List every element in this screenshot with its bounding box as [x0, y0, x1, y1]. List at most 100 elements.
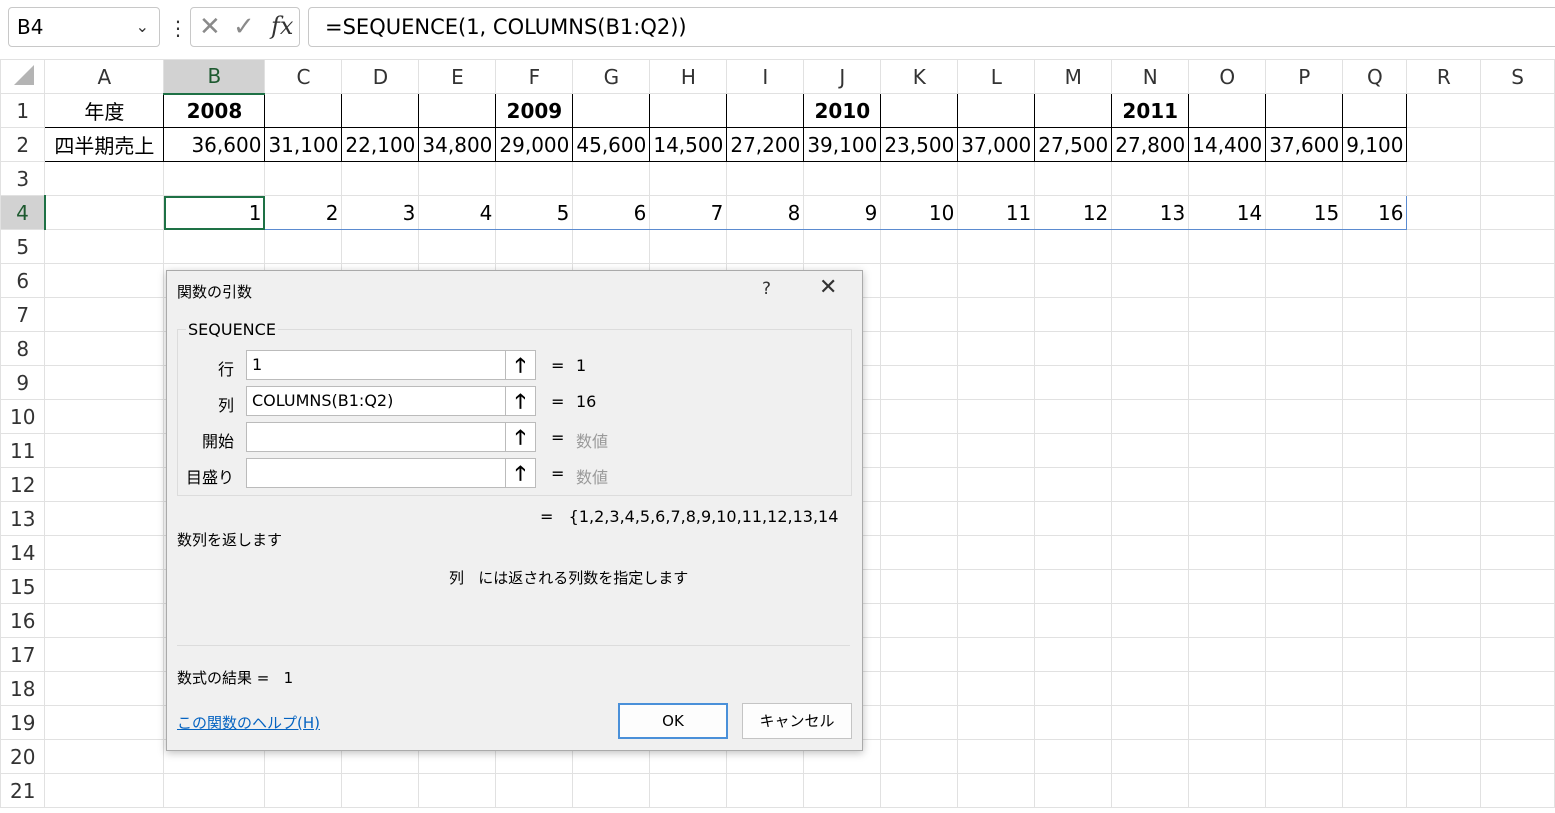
- cell[interactable]: 36,600: [163, 127, 266, 162]
- cell[interactable]: [957, 297, 1036, 332]
- cell[interactable]: [44, 399, 165, 434]
- row-header[interactable]: 14: [0, 535, 46, 570]
- cell[interactable]: [1111, 263, 1190, 298]
- cell[interactable]: [957, 467, 1036, 502]
- cell[interactable]: [726, 773, 805, 808]
- column-header[interactable]: D: [341, 59, 420, 94]
- cell[interactable]: [44, 501, 165, 536]
- cell[interactable]: [1480, 331, 1555, 366]
- cell[interactable]: [880, 331, 959, 366]
- cell[interactable]: [163, 773, 266, 808]
- cell[interactable]: [1342, 93, 1408, 128]
- step-input[interactable]: [246, 458, 506, 488]
- help-icon[interactable]: ?: [762, 279, 771, 299]
- column-header[interactable]: B: [163, 59, 266, 95]
- cell[interactable]: [1265, 773, 1344, 808]
- cell[interactable]: [1342, 263, 1408, 298]
- rows-input[interactable]: 1: [246, 350, 506, 380]
- cell[interactable]: [649, 161, 728, 196]
- cell[interactable]: 39,100: [803, 127, 882, 162]
- column-header[interactable]: E: [418, 59, 497, 94]
- cell[interactable]: 14: [1188, 195, 1267, 230]
- cell[interactable]: [572, 229, 651, 264]
- row-header[interactable]: 10: [0, 399, 46, 434]
- cell[interactable]: [1480, 535, 1555, 570]
- cell[interactable]: 27,200: [726, 127, 805, 162]
- cell[interactable]: [418, 93, 497, 128]
- cell[interactable]: 8: [726, 195, 805, 230]
- cell[interactable]: 11: [957, 195, 1036, 230]
- cell[interactable]: [1034, 535, 1113, 570]
- cell[interactable]: [1034, 433, 1113, 468]
- cell[interactable]: [880, 569, 959, 604]
- cell[interactable]: [1111, 637, 1190, 672]
- cell[interactable]: 14,400: [1188, 127, 1267, 162]
- cell[interactable]: [1188, 773, 1267, 808]
- cell[interactable]: [1406, 195, 1482, 230]
- cell[interactable]: [1480, 297, 1555, 332]
- cell[interactable]: [1342, 705, 1408, 740]
- cell[interactable]: [1406, 229, 1482, 264]
- cell[interactable]: [726, 93, 805, 128]
- cell[interactable]: [495, 773, 574, 808]
- cell[interactable]: [1480, 365, 1555, 400]
- insert-function-icon[interactable]: fx: [271, 12, 293, 40]
- cell[interactable]: [957, 399, 1036, 434]
- cell[interactable]: [44, 331, 165, 366]
- cell[interactable]: [1342, 161, 1408, 196]
- cell[interactable]: [1188, 433, 1267, 468]
- cell[interactable]: [1342, 535, 1408, 570]
- name-box[interactable]: B4 ⌄: [8, 7, 160, 47]
- cell[interactable]: [649, 773, 728, 808]
- cell[interactable]: [1034, 297, 1113, 332]
- cell[interactable]: [957, 739, 1036, 774]
- cell[interactable]: [1111, 501, 1190, 536]
- cell[interactable]: [1111, 773, 1190, 808]
- cell[interactable]: 10: [880, 195, 959, 230]
- cell[interactable]: [44, 365, 165, 400]
- row-header[interactable]: 6: [0, 263, 46, 298]
- cell[interactable]: [880, 365, 959, 400]
- cell[interactable]: [957, 501, 1036, 536]
- cell[interactable]: [1188, 501, 1267, 536]
- formula-input[interactable]: =SEQUENCE(1, COLUMNS(B1:Q2)): [308, 7, 1555, 47]
- cell[interactable]: [1034, 93, 1113, 128]
- cell[interactable]: [1188, 297, 1267, 332]
- row-header[interactable]: 5: [0, 229, 46, 264]
- cell[interactable]: 2011: [1111, 93, 1190, 128]
- row-header[interactable]: 16: [0, 603, 46, 638]
- cell[interactable]: [880, 603, 959, 638]
- cell[interactable]: 27,800: [1111, 127, 1190, 162]
- column-header[interactable]: Q: [1342, 59, 1408, 94]
- cell[interactable]: [957, 637, 1036, 672]
- cell[interactable]: [957, 603, 1036, 638]
- cell[interactable]: [880, 263, 959, 298]
- row-header[interactable]: 17: [0, 637, 46, 672]
- cell[interactable]: [880, 773, 959, 808]
- column-header[interactable]: A: [44, 59, 165, 94]
- row-header[interactable]: 7: [0, 297, 46, 332]
- cell[interactable]: [1406, 467, 1482, 502]
- cell[interactable]: 45,600: [572, 127, 651, 162]
- cell[interactable]: [1111, 569, 1190, 604]
- ok-button[interactable]: OK: [618, 703, 728, 739]
- cell[interactable]: [1406, 127, 1482, 162]
- cell[interactable]: [1265, 671, 1344, 706]
- cell[interactable]: [1480, 501, 1555, 536]
- cell[interactable]: [1265, 399, 1344, 434]
- cell[interactable]: [1406, 399, 1482, 434]
- cell[interactable]: [880, 671, 959, 706]
- cell[interactable]: [1480, 603, 1555, 638]
- cell[interactable]: 14,500: [649, 127, 728, 162]
- cell[interactable]: [44, 603, 165, 638]
- cell[interactable]: [1034, 467, 1113, 502]
- cell[interactable]: 7: [649, 195, 728, 230]
- cell[interactable]: [1342, 569, 1408, 604]
- column-header[interactable]: C: [264, 59, 343, 94]
- cell[interactable]: [880, 93, 959, 128]
- cancel-button[interactable]: キャンセル: [742, 703, 852, 739]
- row-header[interactable]: 20: [0, 739, 46, 774]
- cell[interactable]: [803, 773, 882, 808]
- cell[interactable]: [1265, 433, 1344, 468]
- cell[interactable]: [1406, 671, 1482, 706]
